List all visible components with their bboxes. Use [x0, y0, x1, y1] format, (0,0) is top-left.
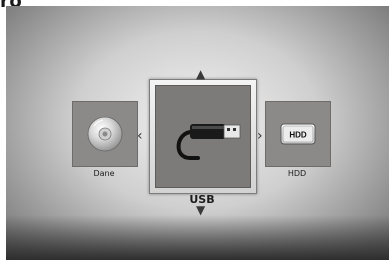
up-arrow-icon[interactable]: ▲ — [196, 68, 205, 80]
menu-item-hdd-label: HDD — [287, 169, 307, 178]
menu-item-dane-label: Dane — [93, 169, 115, 178]
right-arrow-icon[interactable]: › — [257, 129, 263, 143]
usb-tile — [155, 85, 251, 188]
disc-icon — [87, 116, 123, 152]
menu-item-hdd[interactable]: HDD — [265, 101, 331, 167]
hdd-icon-text: HDD — [289, 131, 307, 140]
down-arrow-icon[interactable]: ▼ — [196, 204, 205, 216]
left-arrow-icon[interactable]: ‹ — [137, 129, 143, 143]
menu-item-dane[interactable] — [72, 101, 138, 167]
home-menu-screen: ▲ Dane ‹ USB › HDD HDD ▼ — [6, 6, 389, 260]
usb-icon — [176, 124, 241, 160]
hdd-icon: HDD — [280, 123, 316, 145]
menu-item-usb[interactable] — [149, 79, 257, 194]
